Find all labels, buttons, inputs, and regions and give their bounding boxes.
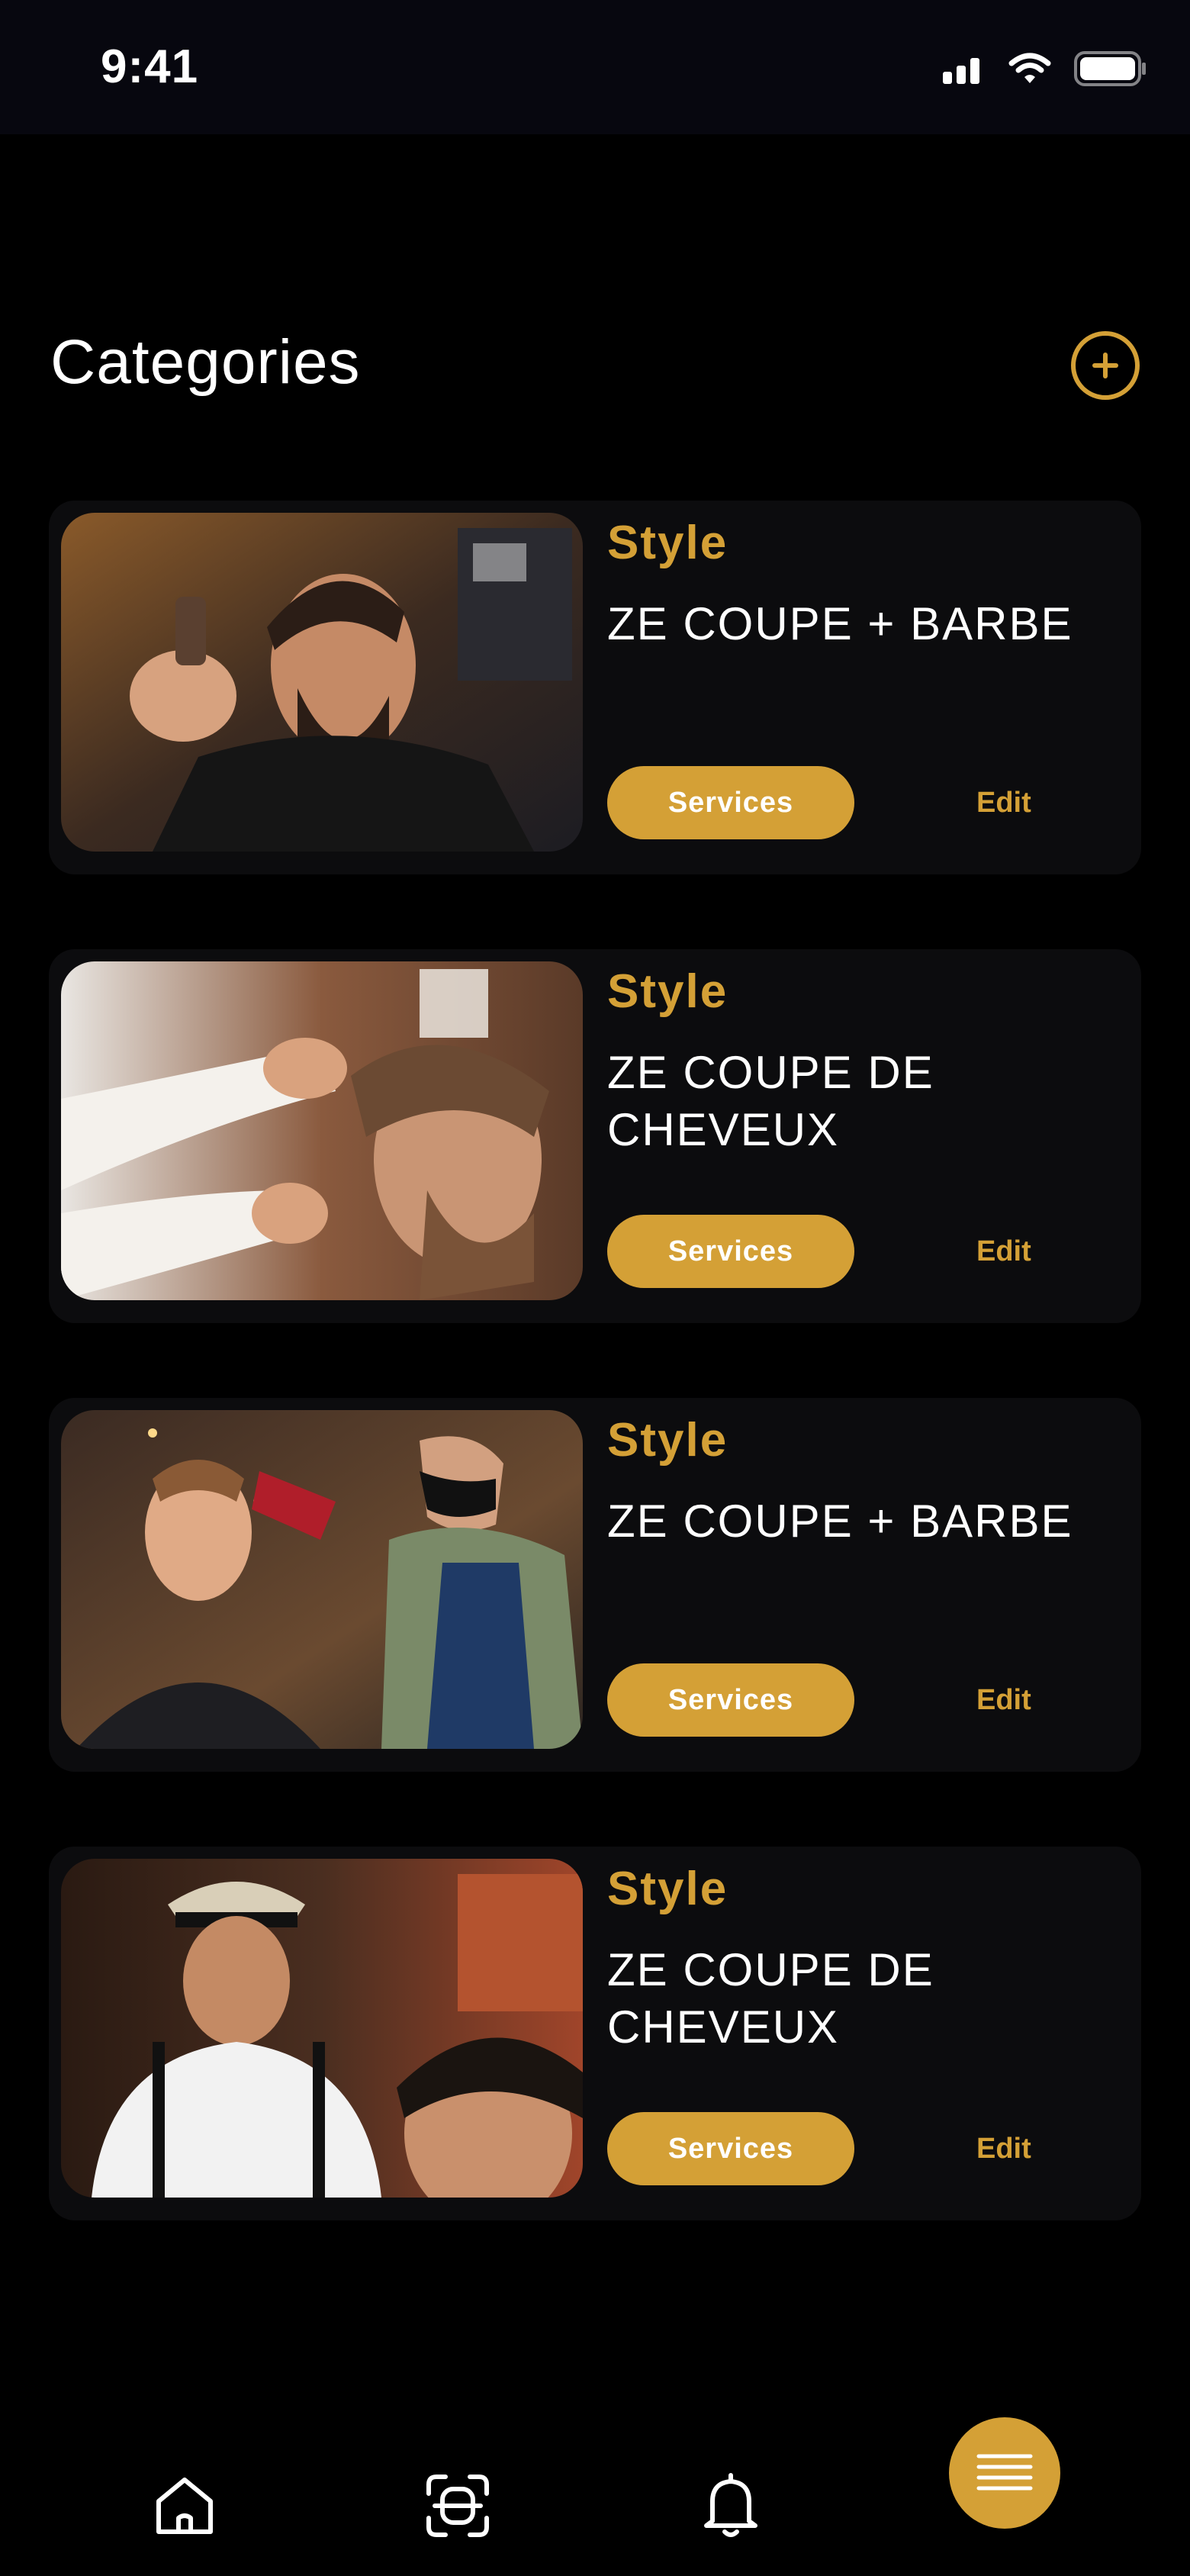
scan-icon <box>423 2471 493 2545</box>
edit-button[interactable]: Edit <box>976 1663 1031 1737</box>
bottom-nav <box>0 2396 1190 2576</box>
status-bar: 9:41 <box>0 0 1190 134</box>
nav-menu-button[interactable] <box>949 2417 1060 2529</box>
services-button[interactable]: Services <box>607 1215 854 1288</box>
category-title: ZE COUPE DE CHEVEUX <box>607 1944 934 2053</box>
category-label: Style <box>607 1414 728 1467</box>
edit-button[interactable]: Edit <box>976 2112 1031 2185</box>
add-category-button[interactable] <box>1071 331 1140 400</box>
category-image <box>61 961 583 1300</box>
page-title: Categories <box>50 327 361 397</box>
category-title: ZE COUPE DE CHEVEUX <box>607 1047 934 1155</box>
category-title: ZE COUPE + BARBE <box>607 598 1073 649</box>
status-icons <box>943 49 1147 92</box>
nav-notifications[interactable] <box>693 2469 769 2545</box>
category-card[interactable]: Style ZE COUPE DE CHEVEUX Services Edit <box>49 1847 1141 2220</box>
edit-button[interactable]: Edit <box>976 1215 1031 1288</box>
nav-home[interactable] <box>146 2469 223 2545</box>
category-image <box>61 1410 583 1749</box>
nav-scan[interactable] <box>420 2469 496 2545</box>
category-image <box>61 513 583 852</box>
category-card[interactable]: Style ZE COUPE + BARBE Services Edit <box>49 501 1141 874</box>
category-card[interactable]: Style ZE COUPE + BARBE Services Edit <box>49 1398 1141 1772</box>
home-icon <box>150 2471 220 2545</box>
category-title: ZE COUPE + BARBE <box>607 1496 1073 1547</box>
cellular-signal-icon <box>943 53 986 88</box>
bell-icon <box>696 2471 766 2545</box>
category-card[interactable]: Style ZE COUPE DE CHEVEUX Services Edit <box>49 949 1141 1323</box>
wifi-icon <box>1008 53 1051 89</box>
edit-button[interactable]: Edit <box>976 766 1031 839</box>
status-time: 9:41 <box>101 40 199 93</box>
services-button[interactable]: Services <box>607 1663 854 1737</box>
services-button[interactable]: Services <box>607 766 854 839</box>
menu-icon <box>976 2450 1034 2497</box>
category-label: Style <box>607 1863 728 1915</box>
battery-icon <box>1074 50 1147 90</box>
category-label: Style <box>607 965 728 1018</box>
category-label: Style <box>607 517 728 569</box>
services-button[interactable]: Services <box>607 2112 854 2185</box>
category-image <box>61 1859 583 2198</box>
